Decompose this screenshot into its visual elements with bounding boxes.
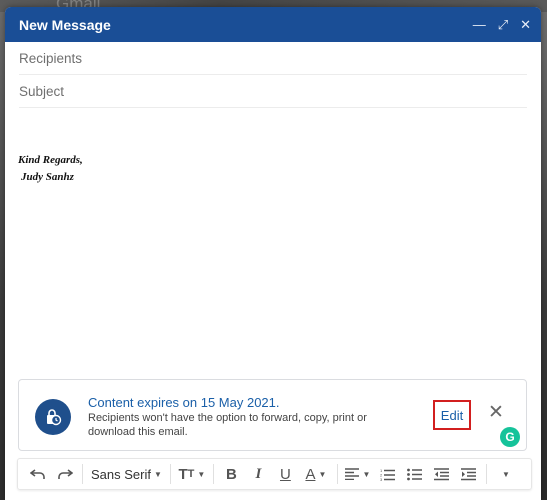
minimize-icon[interactable]: — [473,17,486,32]
toolbar-divider [212,464,214,484]
recipients-placeholder: Recipients [19,50,83,66]
close-icon[interactable]: ✕ [520,17,531,33]
text-color-icon[interactable]: A ▼ [299,460,333,488]
formatting-toolbar: Sans Serif ▼ T T ▼ B I U A ▼ ▼ 123 ▼ [17,458,532,490]
lock-clock-icon [35,399,71,435]
font-name: Sans Serif [91,466,151,482]
compose-title: New Message [19,16,111,33]
signature-line-2: Judy Sanhz [21,171,74,183]
svg-text:3: 3 [380,477,383,481]
toolbar-divider [336,464,338,484]
numbered-list-icon[interactable]: 123 [374,460,401,488]
expiry-description: Recipients won't have the option to forw… [88,412,367,438]
expiry-title: Content expires on 15 May 2021. [88,395,280,410]
subject-field[interactable]: Subject [19,75,527,108]
bold-icon[interactable]: B [218,460,245,488]
window-controls: — ⤢ ✕ [473,17,531,33]
edit-button[interactable]: Edit [433,400,471,430]
message-body[interactable]: Kind Regards, Judy Sanhz [5,108,541,388]
chevron-down-icon: ▼ [153,469,162,479]
grammarly-icon[interactable]: G [500,427,520,447]
more-formatting-icon[interactable]: ▼ [491,460,518,488]
compose-window: New Message — ⤢ ✕ Recipients Subject Kin… [5,7,541,500]
toolbar-divider [169,464,171,484]
fullscreen-icon[interactable]: ⤢ [498,17,508,33]
toolbar-divider [82,464,83,484]
font-selector[interactable]: Sans Serif ▼ [87,460,166,488]
undo-icon[interactable] [24,460,51,488]
bulleted-list-icon[interactable] [401,460,428,488]
subject-placeholder: Subject [19,83,65,99]
underline-icon[interactable]: U [272,460,299,488]
signature-line-1: Kind Regards, [18,154,83,166]
italic-icon[interactable]: I [245,460,272,488]
redo-icon[interactable] [51,460,78,488]
align-icon[interactable]: ▼ [342,460,374,488]
confidential-mode-banner: Content expires on 15 May 2021. Recipien… [18,379,527,451]
indent-more-icon[interactable] [455,460,482,488]
toolbar-divider [485,464,487,484]
font-size-icon[interactable]: T T ▼ [175,460,209,488]
recipients-field[interactable]: Recipients [19,42,527,75]
indent-less-icon[interactable] [428,460,455,488]
signature: Kind Regards, Judy Sanhz [18,152,83,186]
compose-title-bar[interactable]: New Message — ⤢ ✕ [5,7,541,42]
banner-close-icon[interactable]: ✕ [488,401,504,424]
